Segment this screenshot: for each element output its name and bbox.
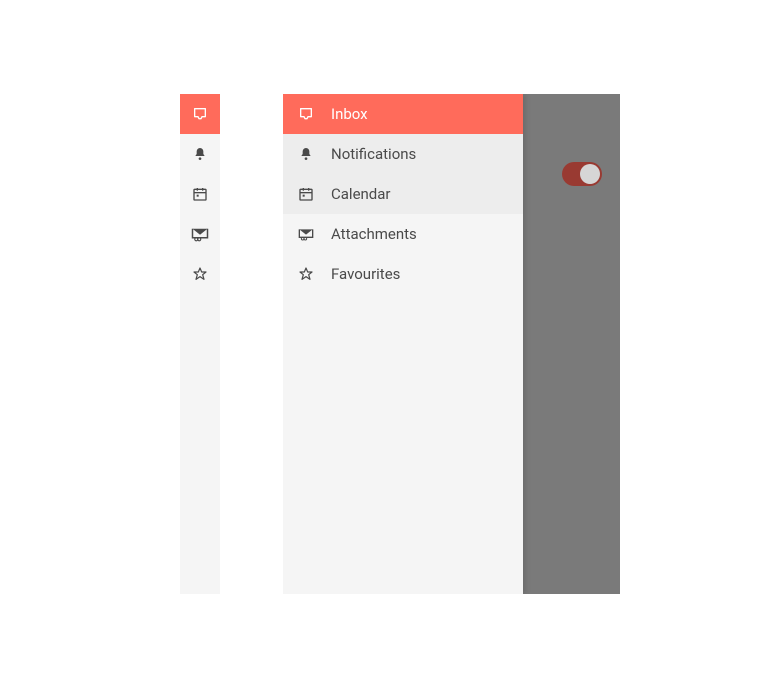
calendar-icon <box>192 186 208 202</box>
expanded-sidebar: Inbox Notifications Calendar Attachments <box>283 94 523 594</box>
attachments-icon <box>191 225 209 243</box>
inbox-icon <box>192 106 208 122</box>
sidebar-item-label: Favourites <box>331 265 400 283</box>
sidebar-item-label: Attachments <box>331 225 417 243</box>
sidebar-toggle[interactable] <box>562 162 602 186</box>
sidebar-item-calendar[interactable]: Calendar <box>283 174 523 214</box>
sidebar-item-attachments[interactable]: Attachments <box>283 214 523 254</box>
rail-item-attachments[interactable] <box>180 214 220 254</box>
sidebar-item-notifications[interactable]: Notifications <box>283 134 523 174</box>
bell-icon <box>298 146 314 162</box>
star-icon <box>192 266 208 282</box>
bell-icon <box>192 146 208 162</box>
sidebar-item-label: Notifications <box>331 145 416 163</box>
rail-item-favourites[interactable] <box>180 254 220 294</box>
rail-item-inbox[interactable] <box>180 94 220 134</box>
inbox-icon <box>298 106 314 122</box>
toggle-knob <box>580 164 600 184</box>
rail-item-notifications[interactable] <box>180 134 220 174</box>
attachments-icon <box>298 226 314 242</box>
calendar-icon <box>298 186 314 202</box>
star-icon <box>298 266 314 282</box>
collapsed-sidebar <box>180 94 220 594</box>
rail-item-calendar[interactable] <box>180 174 220 214</box>
sidebar-item-favourites[interactable]: Favourites <box>283 254 523 294</box>
sidebar-item-label: Inbox <box>331 105 368 123</box>
sidebar-item-inbox[interactable]: Inbox <box>283 94 523 134</box>
sidebar-item-label: Calendar <box>331 185 391 203</box>
app-stage: Inbox Notifications Calendar Attachments <box>180 94 620 594</box>
content-area: Inbox Notifications Calendar Attachments <box>283 94 620 594</box>
